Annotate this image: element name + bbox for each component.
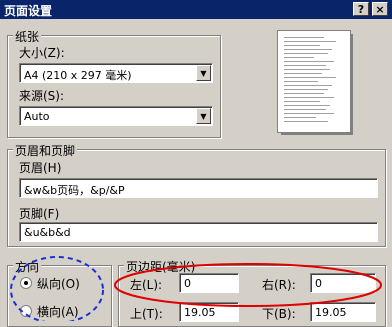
right-margin-input[interactable]: 0 [310, 273, 376, 293]
orientation-group-label: 方向 [13, 258, 42, 275]
paper-source-label: 来源(S): [19, 89, 65, 103]
radio-selected-dot [24, 281, 28, 285]
help-button[interactable]: ? [353, 2, 369, 16]
bottom-margin-label: 下(B): [262, 307, 296, 321]
close-button[interactable]: × [372, 2, 388, 16]
landscape-radio[interactable] [20, 305, 32, 317]
header-footer-group-label: 页眉和页脚 [13, 142, 78, 159]
left-margin-input[interactable]: 0 [179, 273, 239, 293]
paper-source-select[interactable]: Auto ▼ [19, 106, 213, 126]
header-input[interactable]: &w&b页码，&p/&P [19, 178, 378, 198]
paper-size-value: A4 (210 x 297 毫米) [24, 69, 132, 82]
footer-input[interactable]: &u&b&d [19, 222, 378, 242]
portrait-label[interactable]: 纵向(O) [37, 275, 80, 292]
paper-group-label: 纸张 [13, 28, 42, 45]
top-margin-input[interactable]: 19.05 [179, 302, 239, 322]
landscape-label[interactable]: 横向(A) [37, 303, 79, 320]
footer-label: 页脚(F) [19, 207, 60, 221]
paper-source-value: Auto [24, 110, 50, 123]
bottom-margin-input[interactable]: 19.05 [310, 302, 376, 322]
page-preview [277, 30, 351, 133]
top-margin-label: 上(T): [130, 307, 163, 321]
left-margin-label: 左(L): [130, 278, 163, 292]
right-margin-label: 右(R): [262, 278, 296, 292]
title-bar: 页面设置 ? × [0, 0, 392, 19]
paper-size-label: 大小(Z): [19, 46, 65, 60]
chevron-down-icon[interactable]: ▼ [196, 108, 211, 124]
chevron-down-icon[interactable]: ▼ [196, 65, 211, 81]
paper-size-select[interactable]: A4 (210 x 297 毫米) ▼ [19, 63, 213, 83]
header-label: 页眉(H) [19, 161, 62, 175]
portrait-radio[interactable] [20, 277, 32, 289]
window-title: 页面设置 [4, 4, 53, 18]
